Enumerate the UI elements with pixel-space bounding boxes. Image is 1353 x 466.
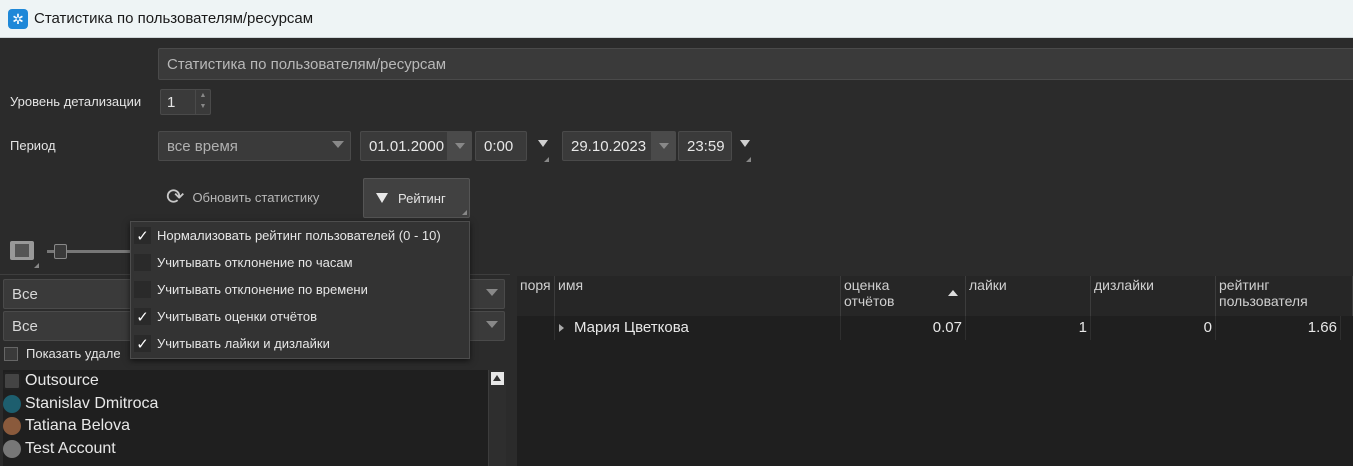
period-combo[interactable]: все время <box>158 131 351 161</box>
chevron-down-icon <box>659 143 669 149</box>
column-header-likes[interactable]: лайки <box>966 276 1091 316</box>
rating-button-label: Рейтинг <box>398 190 446 206</box>
expand-arrow-icon[interactable] <box>559 324 564 332</box>
show-deleted-checkbox[interactable] <box>4 347 18 361</box>
table-cell-name[interactable]: Мария Цветкова <box>571 316 841 340</box>
list-item-label: Test Account <box>25 440 116 457</box>
corner-marker-icon <box>746 157 751 162</box>
time-from-field[interactable]: 0:00 <box>475 131 527 161</box>
list-item-label: Outsource <box>25 372 99 389</box>
time-to-value: 23:59 <box>687 138 725 155</box>
menu-item-label: Учитывать лайки и дизлайки <box>157 336 330 351</box>
date-to-value: 29.10.2023 <box>571 138 647 155</box>
show-deleted-label: Показать удале <box>26 346 121 361</box>
list-item[interactable]: Outsource <box>3 370 99 392</box>
avatar-icon <box>3 395 21 413</box>
time-from-dropdown-button[interactable] <box>538 140 549 162</box>
period-label: Период <box>10 138 56 153</box>
scroll-up-icon[interactable] <box>491 372 504 385</box>
date-from-dropdown-button[interactable] <box>447 132 471 160</box>
sort-ascending-icon <box>948 290 958 296</box>
chevron-down-icon <box>486 321 498 328</box>
film-icon[interactable] <box>10 241 34 260</box>
list-scrollbar[interactable] <box>488 370 506 466</box>
menu-item-report-scores[interactable]: ✓ Учитывать оценки отчётов <box>131 303 469 330</box>
table-cell-report-score: 0.07 <box>841 316 966 340</box>
user-list: Outsource Stanislav Dmitroca Tatiana Bel… <box>3 370 488 466</box>
zoom-slider-handle[interactable] <box>54 244 67 259</box>
date-to-picker[interactable]: 29.10.2023 <box>562 131 676 161</box>
triangle-down-icon <box>740 140 750 147</box>
stats-table: поря имя оценка отчётов лайки дизлайки р… <box>517 276 1353 466</box>
date-from-picker[interactable]: 01.01.2000 <box>360 131 472 161</box>
menu-item-likes-dislikes[interactable]: ✓ Учитывать лайки и дизлайки <box>131 330 469 357</box>
period-combo-value: все время <box>167 138 238 155</box>
chevron-down-icon <box>486 289 498 296</box>
list-item[interactable]: Test Account <box>3 438 116 460</box>
menu-item-hour-deviation[interactable]: Учитывать отклонение по часам <box>131 249 469 276</box>
stat-title-field[interactable]: Статистика по пользователям/ресурсам <box>158 48 1353 80</box>
list-item[interactable]: Stanislav Dmitroca <box>3 393 158 415</box>
list-item-label: Stanislav Dmitroca <box>25 395 159 412</box>
checkmark-icon[interactable]: ✓ <box>134 308 151 326</box>
table-cell-likes: 1 <box>966 316 1091 340</box>
refresh-icon: ⟳ <box>166 184 185 209</box>
column-header-order[interactable]: поря <box>517 276 555 316</box>
corner-marker-icon <box>34 263 39 268</box>
time-from-value: 0:00 <box>484 138 514 155</box>
column-header-rating[interactable]: рейтинг пользователя <box>1216 276 1353 316</box>
checkmark-icon[interactable]: ✓ <box>134 227 151 245</box>
menu-item-normalize-rating[interactable]: ✓ Нормализовать рейтинг пользователей (0… <box>131 222 469 249</box>
checkbox-empty-icon[interactable] <box>134 281 151 298</box>
corner-marker-icon <box>462 210 467 215</box>
list-item[interactable]: Tatiana Belova <box>3 415 130 437</box>
checkbox-empty-icon[interactable] <box>134 254 151 271</box>
window-title: Статистика по пользователям/ресурсам <box>34 10 314 27</box>
avatar-icon <box>3 417 21 435</box>
chevron-down-icon <box>332 141 344 148</box>
checkmark-icon[interactable]: ✓ <box>134 335 151 353</box>
triangle-down-icon <box>376 193 388 203</box>
time-to-field[interactable]: 23:59 <box>678 131 732 161</box>
filter-combo-2-value: Все <box>12 318 38 335</box>
column-header-report-score[interactable]: оценка отчётов <box>841 276 966 316</box>
table-cell-rating: 1.66 <box>1216 316 1341 340</box>
table-cell-order <box>517 316 555 340</box>
date-from-value: 01.01.2000 <box>369 138 445 155</box>
user-icon <box>3 440 21 458</box>
refresh-stats-button[interactable]: ⟳ Обновить статистику <box>166 182 319 212</box>
column-header-dislikes[interactable]: дизлайки <box>1091 276 1216 316</box>
time-to-dropdown-button[interactable] <box>740 140 751 162</box>
menu-item-label: Учитывать отклонение по часам <box>157 255 353 270</box>
detail-level-spinbox[interactable]: 1 ▲ ▼ <box>160 89 211 115</box>
group-icon <box>3 372 21 390</box>
corner-marker-icon <box>544 157 549 162</box>
spin-arrows-icon[interactable]: ▲ ▼ <box>195 90 210 114</box>
refresh-stats-label: Обновить статистику <box>192 189 320 205</box>
column-header-name[interactable]: имя <box>555 276 841 316</box>
detail-level-value: 1 <box>167 94 176 111</box>
rating-button[interactable]: Рейтинг <box>363 178 470 218</box>
rating-options-menu: ✓ Нормализовать рейтинг пользователей (0… <box>130 221 470 359</box>
menu-item-label: Нормализовать рейтинг пользователей (0 -… <box>157 228 441 243</box>
table-cell-dislikes: 0 <box>1091 316 1216 340</box>
menu-item-time-deviation[interactable]: Учитывать отклонение по времени <box>131 276 469 303</box>
app-icon: ✲ <box>8 9 28 29</box>
triangle-down-icon <box>538 140 548 147</box>
menu-item-label: Учитывать оценки отчётов <box>157 309 317 324</box>
window-titlebar: ✲ Статистика по пользователям/ресурсам <box>0 0 1353 38</box>
menu-item-label: Учитывать отклонение по времени <box>157 282 368 297</box>
detail-level-label: Уровень детализации <box>10 94 142 109</box>
list-item-label: Tatiana Belova <box>25 417 130 434</box>
filter-combo-1-value: Все <box>12 286 38 303</box>
chevron-down-icon <box>455 143 465 149</box>
date-to-dropdown-button[interactable] <box>651 132 675 160</box>
